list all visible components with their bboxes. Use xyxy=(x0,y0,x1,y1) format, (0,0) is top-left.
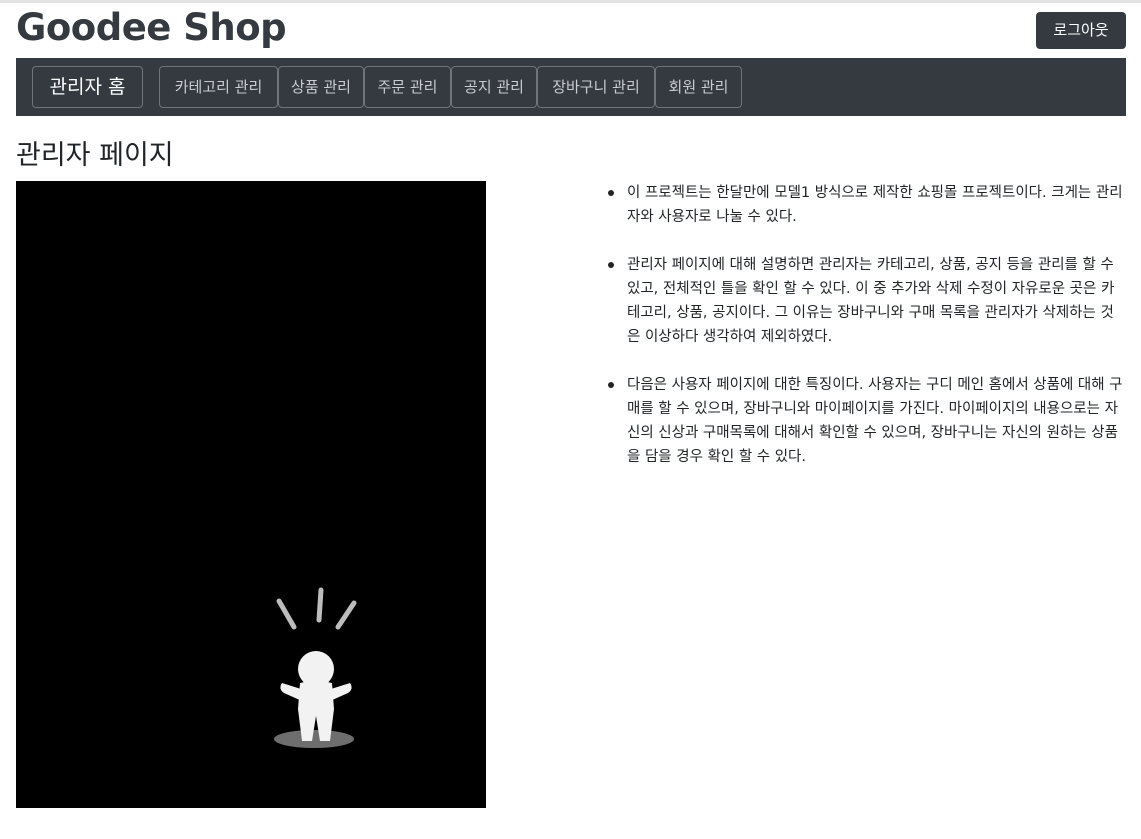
logout-button[interactable]: 로그아웃 xyxy=(1036,12,1126,49)
nav-admin-home[interactable]: 관리자 홈 xyxy=(32,66,143,108)
page-title: 관리자 페이지 xyxy=(16,140,174,171)
description-list: 이 프로젝트는 한달만에 모델1 방식으로 제작한 쇼핑몰 프로젝트이다. 크게… xyxy=(608,181,1127,493)
cheering-figure-illustration xyxy=(274,587,357,748)
description-item: 관리자 페이지에 대해 설명하면 관리자는 카테고리, 상품, 공지 등을 관리… xyxy=(608,253,1127,349)
nav-menu: 카테고리 관리 상품 관리 주문 관리 공지 관리 장바구니 관리 회원 관리 xyxy=(159,66,742,108)
description-item: 다음은 사용자 페이지에 대한 특징이다. 사용자는 구디 메인 홈에서 상품에… xyxy=(608,373,1127,469)
description-item: 이 프로젝트는 한달만에 모델1 방식으로 제작한 쇼핑몰 프로젝트이다. 크게… xyxy=(608,181,1127,229)
nav-item-notice[interactable]: 공지 관리 xyxy=(451,66,537,108)
hero-image xyxy=(16,181,486,808)
nav-item-category[interactable]: 카테고리 관리 xyxy=(159,66,278,108)
nav-item-member[interactable]: 회원 관리 xyxy=(655,66,742,108)
shop-title[interactable]: Goodee Shop xyxy=(16,4,287,52)
nav-item-order[interactable]: 주문 관리 xyxy=(364,66,451,108)
top-border xyxy=(0,0,1141,3)
admin-navbar: 관리자 홈 카테고리 관리 상품 관리 주문 관리 공지 관리 장바구니 관리 … xyxy=(16,58,1126,116)
nav-item-cart[interactable]: 장바구니 관리 xyxy=(537,66,655,108)
nav-item-product[interactable]: 상품 관리 xyxy=(278,66,364,108)
